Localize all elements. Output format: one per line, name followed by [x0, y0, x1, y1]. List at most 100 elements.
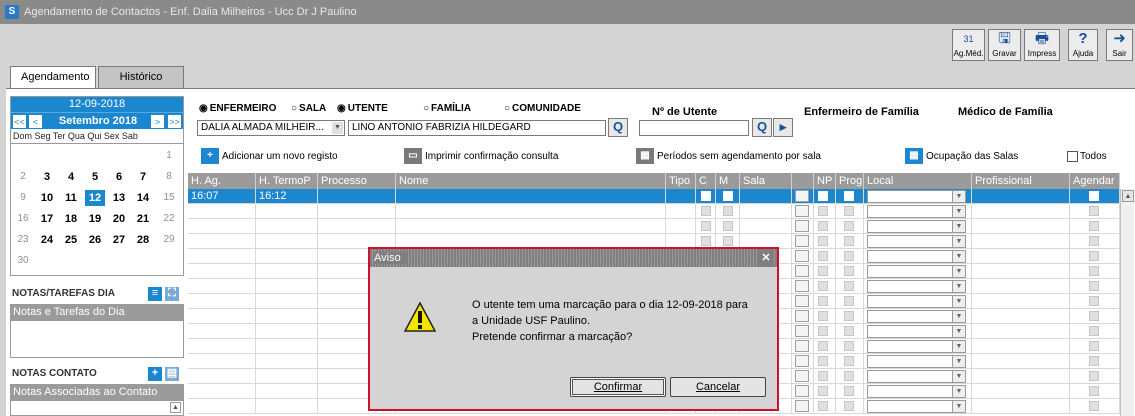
np-checkbox[interactable] — [818, 266, 828, 276]
np-checkbox[interactable] — [818, 401, 828, 411]
table-cell[interactable] — [188, 219, 256, 234]
table-cell[interactable] — [256, 219, 318, 234]
agendar-checkbox[interactable] — [1089, 236, 1099, 246]
table-cell[interactable] — [256, 384, 318, 399]
col-sala[interactable]: Sala — [740, 173, 792, 189]
agendar-checkbox[interactable] — [1089, 296, 1099, 306]
local-select[interactable]: ▼ — [867, 295, 966, 308]
tab-historico[interactable]: Histórico — [98, 66, 184, 88]
calendar-day[interactable]: 13 — [109, 190, 129, 206]
scroll-up-icon[interactable]: ▲ — [170, 402, 181, 413]
table-cell[interactable] — [256, 279, 318, 294]
col-processo[interactable]: Processo — [318, 173, 396, 189]
prog-checkbox[interactable] — [844, 281, 854, 291]
prog-checkbox[interactable] — [844, 341, 854, 351]
np-checkbox[interactable] — [818, 341, 828, 351]
table-cell[interactable] — [256, 399, 318, 414]
col-local[interactable]: Local — [864, 173, 972, 189]
calendar-day[interactable]: 1 — [159, 148, 179, 164]
table-cell[interactable] — [972, 354, 1070, 369]
table-row[interactable]: 16:07 16:12 ▼ — [188, 189, 1120, 204]
note-icon[interactable] — [795, 340, 809, 352]
room-occupation-button[interactable]: ▦ Ocupação das Salas — [905, 148, 1018, 165]
local-select[interactable]: ▼ — [867, 400, 966, 413]
radio-sala[interactable]: ○ SALA — [291, 103, 326, 114]
close-icon[interactable]: ✕ — [759, 249, 773, 267]
note-icon[interactable] — [795, 250, 809, 262]
local-select[interactable]: ▼ — [867, 370, 966, 383]
calendar-day[interactable]: 4 — [61, 169, 81, 185]
note-icon[interactable] — [795, 385, 809, 397]
col-profissional[interactable]: Profissional — [972, 173, 1070, 189]
calendar-day[interactable]: 2 — [13, 169, 33, 185]
note-icon[interactable] — [795, 265, 809, 277]
table-cell[interactable] — [256, 309, 318, 324]
note-icon[interactable] — [795, 190, 809, 202]
add-icon[interactable]: + — [148, 367, 162, 381]
table-cell[interactable] — [188, 339, 256, 354]
calendar-day[interactable]: 9 — [13, 190, 33, 206]
table-cell[interactable] — [740, 189, 792, 204]
utente-field[interactable]: LINO ANTONIO FABRIZIA HILDEGARD — [348, 120, 606, 136]
calendar-day[interactable]: 3 — [37, 169, 57, 185]
table-cell[interactable]: 16:12 — [256, 189, 318, 204]
enfermeiro-select[interactable]: DALIA ALMADA MILHEIR... ▼ — [197, 120, 345, 136]
m-checkbox[interactable] — [723, 191, 733, 201]
table-cell[interactable] — [256, 324, 318, 339]
table-cell[interactable] — [972, 249, 1070, 264]
agendar-checkbox[interactable] — [1089, 311, 1099, 321]
table-cell[interactable]: 16:07 — [188, 189, 256, 204]
ag-med-button[interactable]: 31 Ag.Méd. — [952, 29, 985, 61]
np-checkbox[interactable] — [818, 326, 828, 336]
table-cell[interactable] — [972, 339, 1070, 354]
calendar-day[interactable]: 27 — [109, 232, 129, 248]
prev-month-button[interactable]: < — [29, 115, 42, 128]
np-checkbox[interactable] — [818, 251, 828, 261]
table-cell[interactable] — [972, 309, 1070, 324]
table-cell[interactable] — [188, 309, 256, 324]
calendar-day[interactable]: 11 — [61, 190, 81, 206]
local-select[interactable]: ▼ — [867, 385, 966, 398]
prog-checkbox[interactable] — [844, 371, 854, 381]
table-cell[interactable] — [396, 189, 666, 204]
agendar-checkbox[interactable] — [1089, 401, 1099, 411]
print-button[interactable]: 🖶 Impress — [1024, 29, 1060, 61]
local-select[interactable]: ▼ — [867, 355, 966, 368]
local-select[interactable]: ▼ — [867, 280, 966, 293]
note-icon[interactable] — [795, 370, 809, 382]
calendar-day[interactable]: 15 — [159, 190, 179, 206]
table-cell[interactable] — [188, 399, 256, 414]
col-agendar[interactable]: Agendar — [1070, 173, 1120, 189]
table-row[interactable]: ▼ — [188, 204, 1120, 219]
table-cell[interactable] — [972, 369, 1070, 384]
table-row[interactable]: ▼ — [188, 219, 1120, 234]
table-cell[interactable] — [256, 204, 318, 219]
np-checkbox[interactable] — [818, 221, 828, 231]
table-cell[interactable] — [188, 234, 256, 249]
prog-checkbox[interactable] — [844, 296, 854, 306]
first-month-button[interactable]: << — [13, 115, 26, 128]
local-select[interactable]: ▼ — [867, 340, 966, 353]
prog-checkbox[interactable] — [844, 221, 854, 231]
table-cell[interactable] — [256, 264, 318, 279]
np-checkbox[interactable] — [818, 356, 828, 366]
cancel-button[interactable]: Cancelar — [670, 377, 766, 397]
prog-checkbox[interactable] — [844, 401, 854, 411]
table-cell[interactable] — [972, 294, 1070, 309]
table-cell[interactable] — [396, 219, 666, 234]
np-checkbox[interactable] — [818, 191, 828, 201]
last-month-button[interactable]: >> — [168, 115, 181, 128]
calendar-day[interactable]: 29 — [159, 232, 179, 248]
table-cell[interactable] — [188, 294, 256, 309]
np-checkbox[interactable] — [818, 386, 828, 396]
table-cell[interactable] — [666, 189, 696, 204]
table-cell[interactable] — [256, 249, 318, 264]
table-cell[interactable] — [972, 219, 1070, 234]
table-cell[interactable] — [318, 204, 396, 219]
prog-checkbox[interactable] — [844, 311, 854, 321]
c-checkbox[interactable] — [701, 191, 711, 201]
m-checkbox[interactable] — [723, 221, 733, 231]
agendar-checkbox[interactable] — [1089, 221, 1099, 231]
local-select[interactable]: ▼ — [867, 235, 966, 248]
table-cell[interactable] — [396, 204, 666, 219]
